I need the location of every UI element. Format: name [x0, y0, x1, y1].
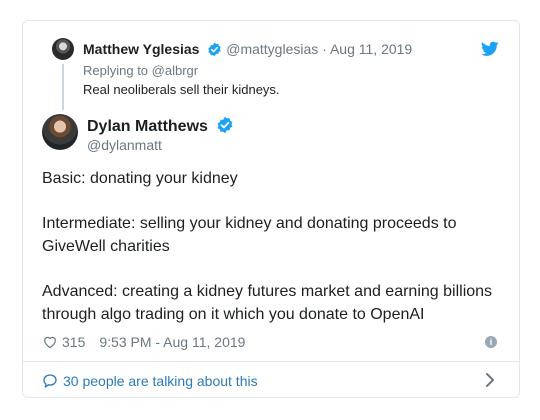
twitter-bird-icon[interactable]	[481, 41, 499, 57]
tweet-meta: 315 9:53 PM - Aug 11, 2019	[42, 334, 245, 350]
author-name[interactable]: Dylan Matthews	[87, 118, 208, 135]
author-handle[interactable]: @dylanmatt	[87, 137, 162, 153]
parent-tweet-date[interactable]: Aug 11, 2019	[330, 41, 412, 57]
author-avatar[interactable]	[42, 114, 78, 150]
replying-to-label[interactable]: Replying to @albrgr	[83, 63, 198, 78]
verified-badge-icon	[217, 116, 233, 134]
author-name-row: Dylan Matthews	[87, 116, 234, 136]
tweet-body: Basic: donating your kidney Intermediate…	[42, 167, 502, 348]
talking-about-link[interactable]: 30 people are talking about this	[42, 373, 258, 389]
parent-separator: ·	[322, 41, 327, 57]
heart-icon[interactable]	[42, 334, 58, 350]
parent-author-avatar[interactable]	[52, 38, 74, 60]
chevron-right-icon[interactable]	[485, 372, 495, 388]
parent-author-handle[interactable]: @mattyglesias	[226, 41, 318, 57]
footer-divider	[23, 361, 519, 362]
thread-connector-line	[62, 64, 64, 110]
parent-tweet-text: Real neoliberals sell their kidneys.	[83, 82, 280, 97]
tweet-paragraph: Advanced: creating a kidney futures mark…	[42, 283, 493, 323]
tweet-paragraph: Basic: donating your kidney	[42, 170, 238, 187]
parent-tweet-header: Matthew Yglesias @mattyglesias · Aug 11,…	[83, 41, 412, 57]
chat-bubble-icon	[43, 374, 57, 388]
verified-badge-icon	[208, 42, 222, 57]
embedded-tweet-card: Matthew Yglesias @mattyglesias · Aug 11,…	[22, 20, 520, 398]
talking-about-label: 30 people are talking about this	[63, 373, 258, 389]
tweet-paragraph: Intermediate: selling your kidney and do…	[42, 215, 457, 255]
like-count[interactable]: 315	[62, 334, 85, 350]
tweet-timestamp[interactable]: 9:53 PM - Aug 11, 2019	[99, 334, 245, 350]
parent-author-name[interactable]: Matthew Yglesias	[83, 41, 199, 57]
info-icon[interactable]: i	[485, 336, 497, 348]
